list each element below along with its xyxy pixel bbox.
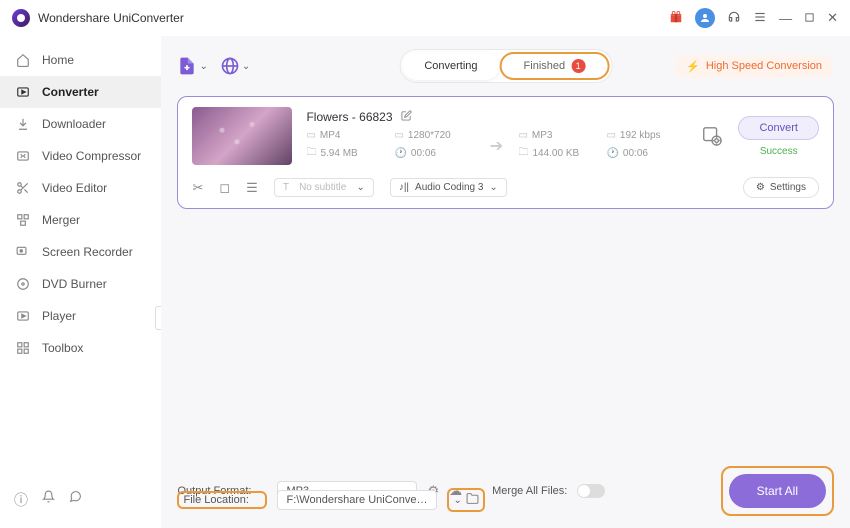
src-resolution: ▭1280*720 bbox=[394, 130, 474, 141]
high-speed-conversion-button[interactable]: ⚡ High Speed Conversion bbox=[674, 55, 834, 78]
app-logo bbox=[12, 9, 30, 27]
sidebar-item-label: Home bbox=[42, 53, 74, 67]
folder-open-icon[interactable] bbox=[466, 492, 479, 508]
home-icon bbox=[16, 53, 32, 67]
output-settings-icon[interactable] bbox=[700, 125, 724, 147]
sidebar-item-label: Screen Recorder bbox=[42, 245, 133, 259]
lightning-icon: ⚡ bbox=[686, 60, 700, 73]
recorder-icon bbox=[16, 245, 32, 259]
add-url-button[interactable]: ⌄ bbox=[220, 56, 250, 76]
sidebar-item-label: Toolbox bbox=[42, 341, 83, 355]
status-text: Success bbox=[760, 146, 798, 157]
arrow-icon: ➔ bbox=[482, 136, 510, 156]
crop-icon[interactable]: ◻ bbox=[219, 180, 230, 196]
merge-toggle[interactable] bbox=[577, 484, 605, 498]
subtitle-dropdown[interactable]: TNo subtitle⌄ bbox=[274, 178, 374, 197]
toolbox-icon bbox=[16, 341, 32, 355]
src-size: 🗀5.94 MB bbox=[306, 145, 386, 162]
add-file-button[interactable]: ⌄ bbox=[177, 56, 207, 76]
sidebar-item-home[interactable]: Home bbox=[0, 44, 161, 76]
tabs: Converting Finished 1 bbox=[399, 49, 612, 83]
dst-bitrate: ▭192 kbps bbox=[606, 130, 686, 141]
chevron-down-icon: ⌄ bbox=[199, 61, 207, 72]
more-icon[interactable]: ☰ bbox=[246, 180, 258, 196]
converter-icon bbox=[16, 85, 32, 99]
sidebar-item-label: Converter bbox=[42, 85, 99, 99]
sidebar-item-converter[interactable]: Converter bbox=[0, 76, 161, 108]
finished-badge: 1 bbox=[571, 59, 585, 73]
sidebar-item-toolbox[interactable]: Toolbox bbox=[0, 332, 161, 364]
dst-format: ▭MP3 bbox=[518, 130, 598, 141]
sidebar-item-label: Player bbox=[42, 309, 76, 323]
gear-icon: ⚙ bbox=[756, 182, 765, 193]
menu-icon[interactable] bbox=[753, 10, 767, 27]
file-location-dropdown[interactable]: F:\Wondershare UniConverter bbox=[277, 490, 437, 510]
audio-icon: ♪|| bbox=[399, 182, 409, 193]
titlebar: Wondershare UniConverter — ✕ bbox=[0, 0, 850, 36]
file-card: Flowers - 66823 ▭MP4 ▭1280*720 ➔ ▭MP3 bbox=[177, 96, 834, 209]
settings-button[interactable]: ⚙ Settings bbox=[743, 177, 819, 198]
file-location-label: File Location: bbox=[177, 491, 267, 509]
download-icon bbox=[16, 117, 32, 131]
close-icon[interactable]: ✕ bbox=[827, 10, 838, 26]
location-chevron-icon[interactable]: ⌄ bbox=[453, 495, 461, 506]
compressor-icon bbox=[16, 149, 32, 163]
main-panel: ⌄ ⌄ Converting Finished 1 ⚡ bbox=[161, 36, 850, 528]
merger-icon bbox=[16, 213, 32, 227]
edit-name-icon[interactable] bbox=[401, 110, 412, 124]
app-title: Wondershare UniConverter bbox=[38, 11, 184, 25]
trim-icon[interactable]: ✂ bbox=[192, 180, 203, 196]
convert-button[interactable]: Convert bbox=[738, 116, 819, 140]
user-avatar[interactable] bbox=[695, 8, 715, 28]
file-name: Flowers - 66823 bbox=[306, 110, 686, 124]
audio-track-dropdown[interactable]: ♪|| Audio Coding 3 ⌄ bbox=[390, 178, 507, 197]
src-duration: 🕐00:06 bbox=[394, 148, 474, 159]
sidebar-item-editor[interactable]: Video Editor bbox=[0, 172, 161, 204]
sidebar-item-compressor[interactable]: Video Compressor bbox=[0, 140, 161, 172]
sidebar-item-label: Downloader bbox=[42, 117, 106, 131]
minimize-icon[interactable]: — bbox=[779, 11, 792, 26]
sidebar-item-downloader[interactable]: Downloader bbox=[0, 108, 161, 140]
sidebar-item-label: Video Compressor bbox=[42, 149, 141, 163]
sidebar-item-recorder[interactable]: Screen Recorder bbox=[0, 236, 161, 268]
sidebar-item-dvd[interactable]: DVD Burner bbox=[0, 268, 161, 300]
info-icon[interactable]: ⓘ bbox=[14, 490, 28, 510]
tab-finished[interactable]: Finished 1 bbox=[500, 52, 610, 80]
sidebar-item-label: DVD Burner bbox=[42, 277, 107, 291]
footer: Output Format: MP3 ⌄ ⚙ ☁ Merge All Files… bbox=[177, 456, 834, 528]
sidebar: Home Converter Downloader Video Compress… bbox=[0, 36, 161, 528]
gift-icon[interactable] bbox=[669, 10, 683, 27]
headset-icon[interactable] bbox=[727, 10, 741, 27]
sidebar-item-label: Merger bbox=[42, 213, 80, 227]
sidebar-item-merger[interactable]: Merger bbox=[0, 204, 161, 236]
player-icon bbox=[16, 309, 32, 323]
topbar: ⌄ ⌄ Converting Finished 1 ⚡ bbox=[177, 44, 834, 88]
dvd-icon bbox=[16, 277, 32, 291]
video-thumbnail[interactable] bbox=[192, 107, 292, 165]
sidebar-item-player[interactable]: Player bbox=[0, 300, 161, 332]
chevron-down-icon: ⌄ bbox=[242, 61, 250, 72]
maximize-icon[interactable] bbox=[804, 11, 815, 26]
tab-converting[interactable]: Converting bbox=[402, 52, 499, 80]
sidebar-item-label: Video Editor bbox=[42, 181, 107, 195]
src-format: ▭MP4 bbox=[306, 130, 386, 141]
dst-size: 🗀144.00 KB bbox=[518, 145, 598, 162]
bell-icon[interactable] bbox=[42, 490, 55, 510]
scissors-icon bbox=[16, 181, 32, 195]
chat-icon[interactable] bbox=[69, 490, 82, 510]
dst-duration: 🕐00:06 bbox=[606, 148, 686, 159]
